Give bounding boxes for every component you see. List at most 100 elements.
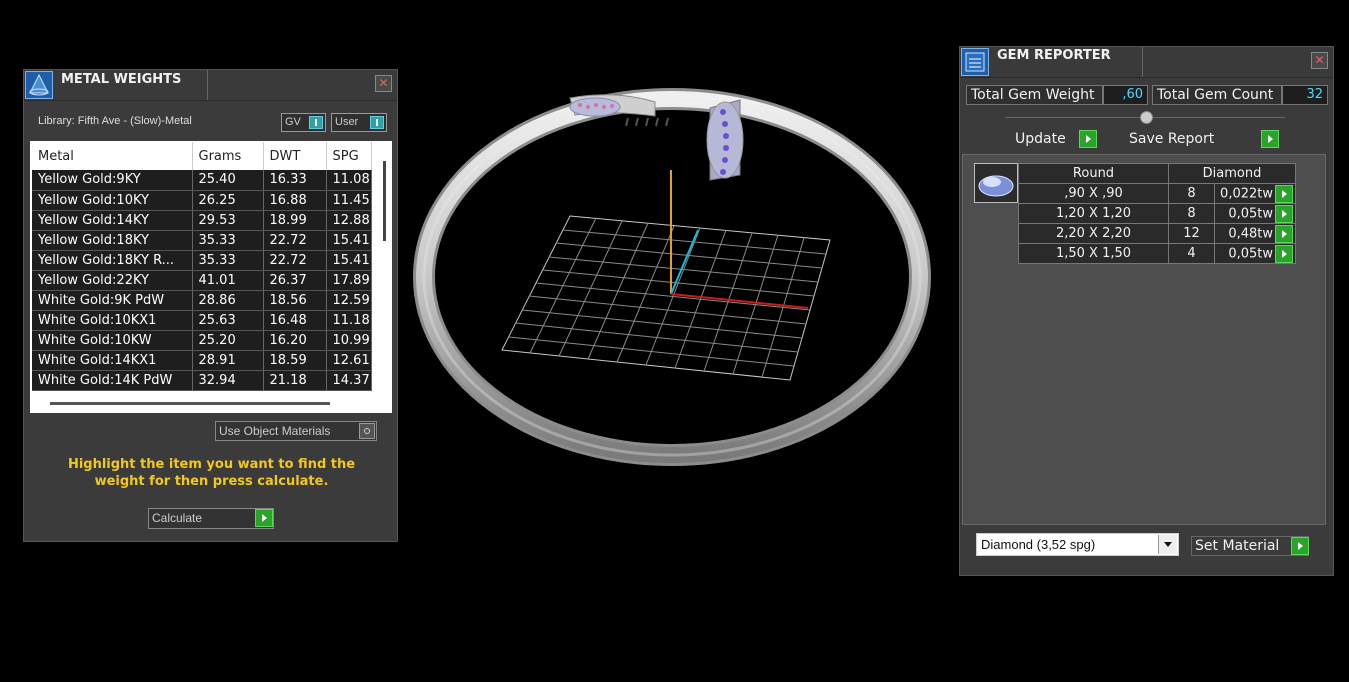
gem-count: 8 — [1168, 183, 1215, 204]
gem-size: 1,50 X 1,50 — [1018, 243, 1169, 264]
ground-grid — [501, 215, 831, 381]
gem-material-header: Diamond — [1168, 163, 1296, 184]
table-cell: 25.63 — [192, 310, 264, 331]
table-cell: 16.33 — [263, 170, 327, 191]
metal-table-container[interactable]: Metal Grams DWT SPG Yellow Gold:9KY 25.40… — [30, 141, 392, 413]
gem-weight-cell: 0,05tw — [1214, 203, 1296, 224]
gem-count: 8 — [1168, 203, 1215, 224]
round-diamond-icon — [974, 163, 1018, 203]
table-row[interactable]: White Gold:10KX1 25.63 16.48 11.18 — [32, 310, 372, 331]
gem-row[interactable]: 1,50 X 1,50 4 0,05tw — [1018, 243, 1296, 264]
table-cell: 15.41 — [326, 230, 372, 251]
user-toggle-label: User — [335, 116, 359, 128]
table-cell: 12.88 — [326, 210, 372, 231]
gem-weight-cell: 0,48tw — [1214, 223, 1296, 244]
table-row[interactable]: White Gold:14K PdW 32.94 21.18 14.37 — [32, 370, 372, 391]
calculate-button[interactable] — [255, 509, 273, 527]
toggle-switch-icon — [309, 116, 323, 129]
table-row[interactable]: Yellow Gold:10KY 26.25 16.88 11.45 — [32, 190, 372, 211]
table-row[interactable]: White Gold:9K PdW 28.86 18.56 12.59 — [32, 290, 372, 311]
table-cell: 11.08 — [326, 170, 372, 191]
table-row[interactable]: White Gold:14KX1 28.91 18.59 12.61 — [32, 350, 372, 371]
table-cell: 21.18 — [263, 370, 327, 391]
select-gem-button[interactable] — [1275, 244, 1293, 263]
chevron-down-icon[interactable] — [1158, 535, 1177, 554]
metal-weights-app-icon — [25, 71, 53, 99]
table-cell: 18.59 — [263, 350, 327, 371]
select-gem-button[interactable] — [1275, 204, 1293, 223]
table-cell: 35.33 — [192, 230, 264, 251]
table-cell: White Gold:14KX1 — [32, 350, 193, 371]
table-cell: White Gold:10KX1 — [32, 310, 193, 331]
table-row[interactable]: Yellow Gold:22KY 41.01 26.37 17.89 — [32, 270, 372, 291]
table-cell: 26.25 — [192, 190, 264, 211]
gem-reporter-title: GEM REPORTER — [997, 48, 1111, 63]
update-button[interactable] — [1079, 130, 1097, 148]
gv-toggle-label: GV — [285, 116, 301, 128]
set-material-button[interactable] — [1291, 537, 1309, 555]
3d-viewport[interactable] — [410, 80, 950, 500]
table-row[interactable]: Yellow Gold:14KY 29.53 18.99 12.88 — [32, 210, 372, 231]
update-label: Update — [1015, 131, 1066, 147]
total-gem-weight-label: Total Gem Weight — [966, 85, 1103, 105]
gem-reporter-titlebar[interactable]: GEM REPORTER ✕ — [960, 47, 1333, 78]
gem-weight: 0,022tw — [1220, 186, 1273, 201]
table-row[interactable]: White Gold:10KW 25.20 16.20 10.99 — [32, 330, 372, 351]
table-cell: 16.20 — [263, 330, 327, 351]
column-header-dwt[interactable]: DWT — [263, 142, 327, 170]
table-cell: Yellow Gold:18KY — [32, 230, 193, 251]
table-row[interactable]: Yellow Gold:18KY 35.33 22.72 15.41 — [32, 230, 372, 251]
save-report-button[interactable] — [1261, 130, 1279, 148]
select-gem-button[interactable] — [1275, 224, 1293, 243]
table-row[interactable]: Yellow Gold:9KY 25.40 16.33 11.08 — [32, 170, 372, 191]
table-cell: 12.59 — [326, 290, 372, 311]
gem-table: Round Diamond ,90 X ,90 8 0,022tw 1,20 X 1,… — [1018, 163, 1296, 264]
table-cell: 18.99 — [263, 210, 327, 231]
x-axis — [670, 293, 809, 309]
total-gem-count-label: Total Gem Count — [1152, 85, 1282, 105]
table-cell: 41.01 — [192, 270, 264, 291]
select-gem-button[interactable] — [1275, 184, 1293, 203]
gem-weight: 0,05tw — [1228, 246, 1273, 261]
radio-icon[interactable] — [359, 423, 375, 439]
gem-count: 12 — [1168, 223, 1215, 244]
table-cell: White Gold:9K PdW — [32, 290, 193, 311]
material-select[interactable]: Diamond (3,52 spg) — [976, 533, 1179, 556]
gem-row[interactable]: 2,20 X 2,20 12 0,48tw — [1018, 223, 1296, 244]
table-cell: 29.53 — [192, 210, 264, 231]
toggle-switch-icon — [370, 116, 384, 129]
column-header-grams[interactable]: Grams — [192, 142, 264, 170]
vertical-scrollbar[interactable] — [383, 161, 386, 241]
column-header-spg[interactable]: SPG — [326, 142, 372, 170]
gem-reporter-close-button[interactable]: ✕ — [1311, 52, 1328, 69]
table-cell: 26.37 — [263, 270, 327, 291]
gem-weight: 0,48tw — [1228, 226, 1273, 241]
material-select-value: Diamond (3,52 spg) — [981, 537, 1096, 552]
horizontal-scrollbar[interactable] — [50, 402, 330, 405]
table-cell: Yellow Gold:14KY — [32, 210, 193, 231]
gem-reporter-app-icon — [961, 48, 989, 76]
table-cell: 16.48 — [263, 310, 327, 331]
column-header-metal[interactable]: Metal — [32, 142, 193, 170]
metal-weights-titlebar[interactable]: METAL WEIGHTS ✕ — [24, 70, 397, 101]
gem-row[interactable]: ,90 X ,90 8 0,022tw — [1018, 183, 1296, 204]
gem-row[interactable]: 1,20 X 1,20 8 0,05tw — [1018, 203, 1296, 224]
table-row[interactable]: Yellow Gold:18KY R... 35.33 22.72 15.41 — [32, 250, 372, 271]
user-toggle[interactable]: User — [331, 113, 387, 132]
table-cell: Yellow Gold:22KY — [32, 270, 193, 291]
table-cell: White Gold:14K PdW — [32, 370, 193, 391]
slider-handle[interactable] — [1140, 111, 1153, 124]
library-label: Library: Fifth Ave - (Slow)-Metal — [38, 115, 192, 127]
table-cell: Yellow Gold:18KY R... — [32, 250, 193, 271]
table-cell: 18.56 — [263, 290, 327, 311]
table-cell: 22.72 — [263, 230, 327, 251]
metal-weights-close-button[interactable]: ✕ — [375, 75, 392, 92]
table-cell: 28.86 — [192, 290, 264, 311]
table-cell: White Gold:10KW — [32, 330, 193, 351]
gem-size: 2,20 X 2,20 — [1018, 223, 1169, 244]
metal-table: Metal Grams DWT SPG Yellow Gold:9KY 25.40… — [32, 142, 372, 391]
gv-toggle[interactable]: GV — [281, 113, 326, 132]
use-object-materials-option[interactable]: Use Object Materials — [215, 421, 377, 441]
gem-weight-cell: 0,022tw — [1214, 183, 1296, 204]
gem-shape-header: Round — [1018, 163, 1169, 184]
